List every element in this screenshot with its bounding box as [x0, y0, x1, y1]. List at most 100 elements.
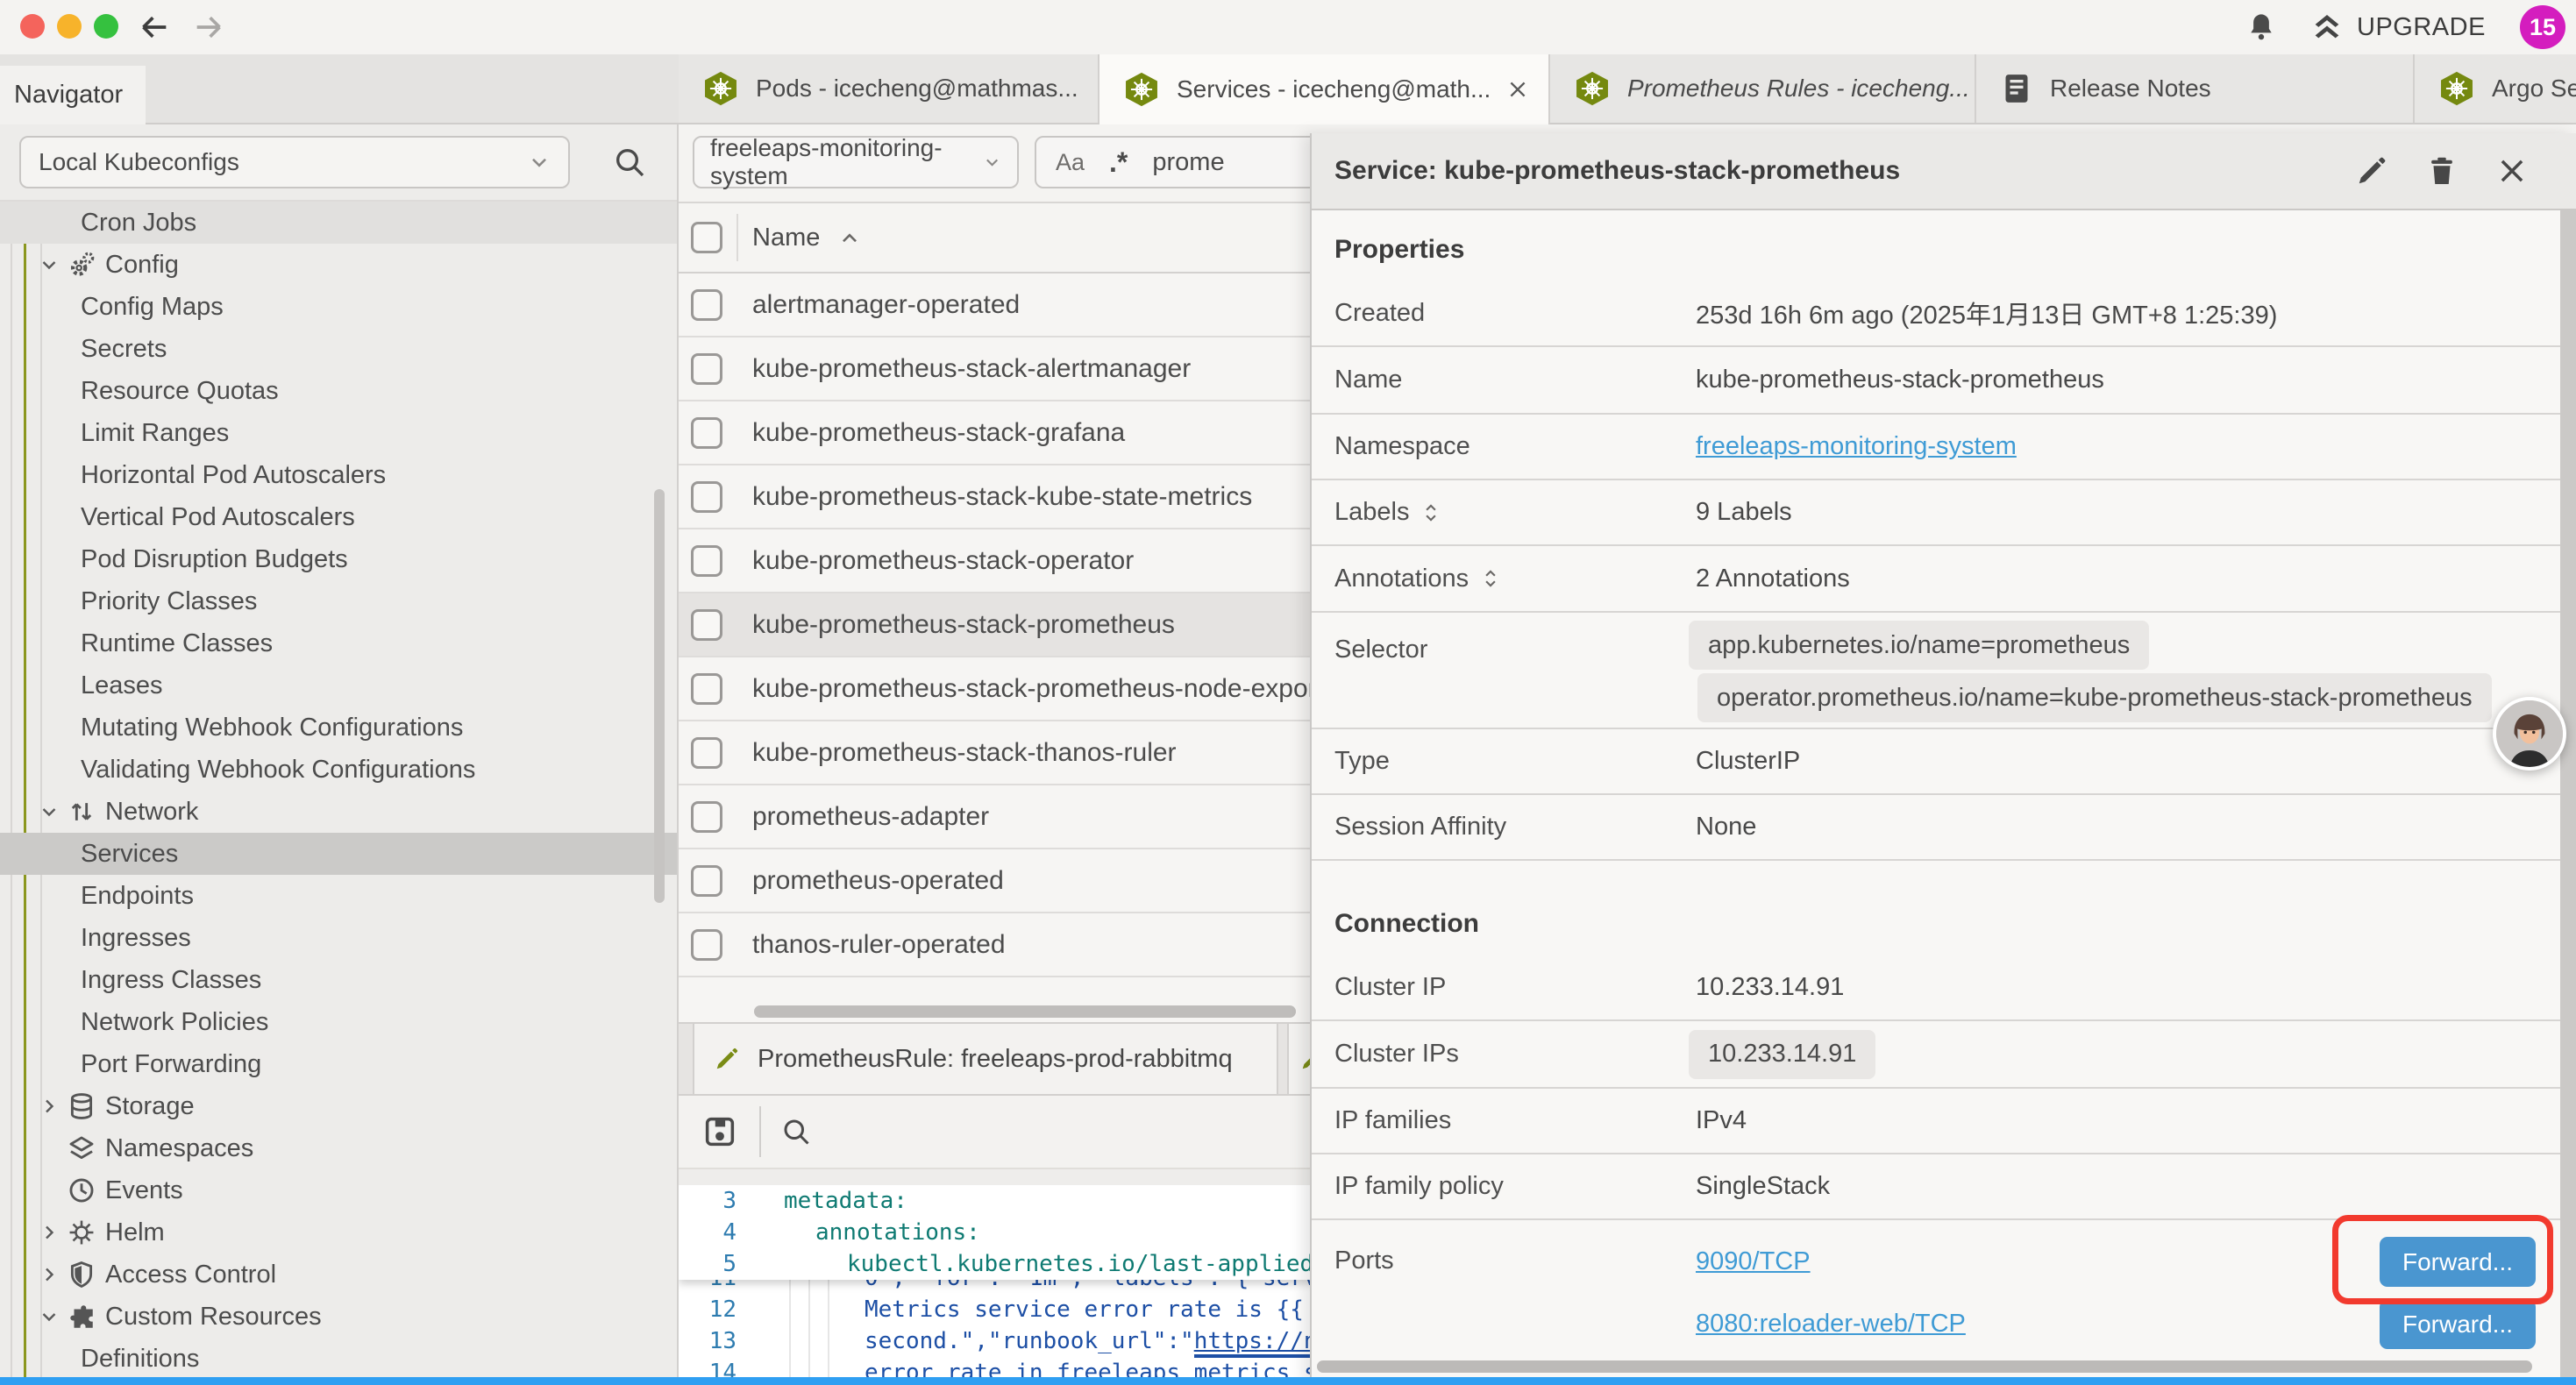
kubernetes-icon: [2437, 69, 2476, 108]
forward-arrow-icon[interactable]: [191, 10, 226, 45]
sidebar-item-validating-webhook-configurations[interactable]: Validating Webhook Configurations: [0, 749, 677, 791]
close-icon[interactable]: [2495, 154, 2529, 188]
upgrade-button[interactable]: UPGRADE: [2357, 0, 2486, 54]
edit-pencil-icon[interactable]: [2355, 154, 2388, 188]
row-checkbox[interactable]: [691, 865, 722, 897]
row-checkbox[interactable]: [691, 673, 722, 705]
sidebar-group-network[interactable]: Network: [0, 791, 677, 833]
expand-collapse-icon[interactable]: [1479, 567, 1502, 590]
editor-tab-prometheusrule[interactable]: PrometheusRule: freeleaps-prod-rabbitmq: [693, 1024, 1278, 1094]
window-minimize-button[interactable]: [57, 14, 82, 39]
match-case-toggle[interactable]: Aa: [1056, 149, 1085, 176]
window-zoom-button[interactable]: [94, 14, 118, 39]
tab-argo[interactable]: Argo Se: [2415, 54, 2576, 123]
sidebar-item-limit-ranges[interactable]: Limit Ranges: [0, 412, 677, 454]
up-down-arrows-icon: [67, 797, 96, 827]
sidebar-item-network-policies[interactable]: Network Policies: [0, 1001, 677, 1043]
tab-prometheus-rules[interactable]: Prometheus Rules - icecheng...: [1550, 54, 1976, 123]
navigator-pane-label: Navigator: [14, 81, 123, 110]
chevron-right-icon: [39, 1222, 60, 1243]
sidebar-item-config-maps[interactable]: Config Maps: [0, 286, 677, 328]
tab-label: Pods - icecheng@mathmas...: [756, 75, 1078, 103]
row-checkbox[interactable]: [691, 737, 722, 769]
search-query-text: prome: [1152, 148, 1224, 177]
row-checkbox[interactable]: [691, 609, 722, 641]
sidebar-item-events[interactable]: Events: [0, 1169, 677, 1211]
notifications-bell-icon[interactable]: [2245, 11, 2278, 44]
row-checkbox[interactable]: [691, 353, 722, 385]
detail-horizontal-scrollbar[interactable]: [1317, 1360, 2532, 1373]
avatar[interactable]: [2493, 697, 2566, 771]
red-annotation-box: [2332, 1215, 2553, 1304]
detail-header: Service: kube-prometheus-stack-prometheu…: [1312, 133, 2576, 210]
name-column-header[interactable]: Name: [752, 203, 820, 272]
search-icon[interactable]: [780, 1116, 812, 1147]
content-tabs: Pods - icecheng@mathmas... Services - ic…: [679, 54, 2576, 123]
app-window: UPGRADE 15 Navigator Pods - icecheng@mat…: [0, 0, 2576, 1385]
tab-label: Argo Se: [2492, 75, 2576, 103]
save-icon[interactable]: [701, 1113, 738, 1150]
sidebar-item-mutating-webhook-configurations[interactable]: Mutating Webhook Configurations: [0, 707, 677, 749]
sidebar-item-runtime-classes[interactable]: Runtime Classes: [0, 622, 677, 664]
delete-trash-icon[interactable]: [2425, 154, 2459, 188]
sidebar-item-secrets[interactable]: Secrets: [0, 328, 677, 370]
row-checkbox[interactable]: [691, 545, 722, 577]
sidebar-item-vertical-pod-autoscalers[interactable]: Vertical Pod Autoscalers: [0, 496, 677, 538]
chevron-down-icon: [983, 152, 1001, 173]
pencil-icon: [714, 1046, 740, 1072]
tab-pods[interactable]: Pods - icecheng@mathmas...: [679, 54, 1099, 123]
kubernetes-icon: [1122, 70, 1161, 109]
tab-release-notes[interactable]: Release Notes: [1976, 54, 2415, 123]
sidebar-item-priority-classes[interactable]: Priority Classes: [0, 580, 677, 622]
sidebar-group-custom-resources[interactable]: Custom Resources: [0, 1296, 677, 1338]
sidebar-item-cron-jobs[interactable]: Cron Jobs: [0, 202, 677, 244]
sidebar-scrollbar[interactable]: [654, 489, 665, 903]
port-link-9090[interactable]: 9090/TCP: [1696, 1246, 1811, 1277]
sidebar-item-leases[interactable]: Leases: [0, 664, 677, 707]
sidebar-item-pod-disruption-budgets[interactable]: Pod Disruption Budgets: [0, 538, 677, 580]
navigator-pane-tab[interactable]: Navigator: [0, 66, 146, 124]
detail-row-ports: Ports 9090/TCP Forward... 8080:reloader-…: [1312, 1220, 2560, 1364]
sidebar-item-port-forwarding[interactable]: Port Forwarding: [0, 1043, 677, 1085]
sidebar-group-storage[interactable]: Storage: [0, 1085, 677, 1127]
detail-vertical-scrollbar[interactable]: [2560, 210, 2576, 1385]
namespace-link[interactable]: freeleaps-monitoring-system: [1696, 432, 2017, 461]
tab-services[interactable]: Services - icecheng@math...: [1099, 54, 1550, 124]
sidebar-item-resource-quotas[interactable]: Resource Quotas: [0, 370, 677, 412]
kubeconfig-selector[interactable]: Local Kubeconfigs: [19, 136, 570, 188]
back-arrow-icon[interactable]: [137, 10, 172, 45]
sidebar-item-endpoints[interactable]: Endpoints: [0, 875, 677, 917]
detail-body: Properties Created 253d 16h 6m ago (2025…: [1312, 210, 2560, 1385]
notification-count-badge[interactable]: 15: [2520, 5, 2565, 49]
select-all-checkbox[interactable]: [691, 222, 722, 253]
sidebar-group-helm[interactable]: Helm: [0, 1211, 677, 1254]
table-horizontal-scrollbar[interactable]: [754, 1005, 1296, 1018]
close-icon[interactable]: [1506, 78, 1529, 101]
window-close-button[interactable]: [20, 14, 45, 39]
sidebar-item-horizontal-pod-autoscalers[interactable]: Horizontal Pod Autoscalers: [0, 454, 677, 496]
row-checkbox[interactable]: [691, 929, 722, 961]
expand-collapse-icon[interactable]: [1420, 501, 1442, 524]
regex-toggle[interactable]: .*: [1109, 146, 1128, 179]
port-link-8080[interactable]: 8080:reloader-web/TCP: [1696, 1308, 1966, 1339]
row-checkbox[interactable]: [691, 801, 722, 833]
sidebar-group-config[interactable]: Config: [0, 244, 677, 286]
forward-button-8080[interactable]: Forward...: [2380, 1299, 2536, 1349]
sidebar-group-access-control[interactable]: Access Control: [0, 1254, 677, 1296]
sidebar-item-services[interactable]: Services: [0, 833, 677, 875]
sidebar-item-ingresses[interactable]: Ingresses: [0, 917, 677, 959]
sidebar-item-namespaces[interactable]: Namespaces: [0, 1127, 677, 1169]
detail-row-labels: Labels 9 Labels: [1312, 480, 2560, 546]
row-checkbox[interactable]: [691, 481, 722, 513]
section-title-properties: Properties: [1334, 234, 1464, 266]
detail-row-cluster-ips: Cluster IPs 10.233.14.91: [1312, 1021, 2560, 1089]
detail-row-annotations: Annotations 2 Annotations: [1312, 546, 2560, 613]
sidebar-item-ingress-classes[interactable]: Ingress Classes: [0, 959, 677, 1001]
detail-row-created: Created 253d 16h 6m ago (2025年1月13日 GMT+…: [1312, 281, 2560, 347]
sidebar-item-definitions[interactable]: Definitions: [0, 1338, 677, 1380]
row-checkbox[interactable]: [691, 289, 722, 321]
search-icon[interactable]: [612, 145, 647, 180]
row-checkbox[interactable]: [691, 417, 722, 449]
namespace-selector[interactable]: freeleaps-monitoring-system: [693, 136, 1019, 188]
upgrade-chevrons-icon[interactable]: [2309, 11, 2345, 46]
